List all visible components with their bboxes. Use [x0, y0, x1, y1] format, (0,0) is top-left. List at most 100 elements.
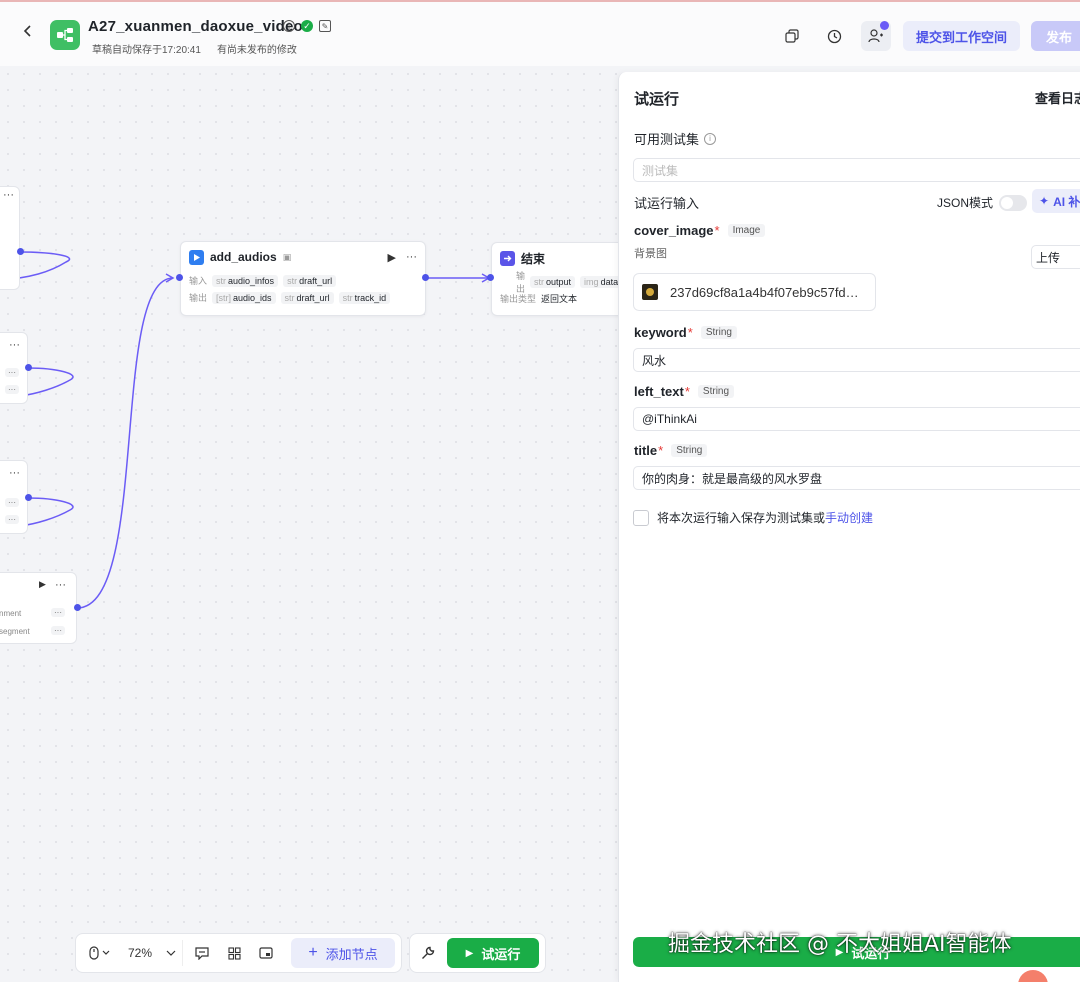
ai-fill-label: AI 补 — [1053, 194, 1080, 209]
copy-icon — [785, 29, 799, 43]
param-tag: str audio_infos — [212, 274, 279, 287]
param-tag: ··· — [5, 385, 19, 394]
param-tag: ··· — [5, 368, 19, 377]
chevron-down-icon — [102, 950, 109, 955]
node-inputs-row: 输入 str audio_infos str draft_url — [181, 272, 425, 289]
type-tag: String — [700, 326, 737, 339]
save-status: 草稿自动保存于17:20:41 有尚未发布的修改 — [92, 41, 297, 56]
end-node[interactable]: 结束 输出 str output img data 输出类型 返回文本 — [491, 242, 631, 316]
more-icon[interactable]: ··· — [406, 251, 417, 263]
partial-node-3[interactable]: ··· ··· ··· — [0, 460, 28, 534]
image-thumbnail — [642, 284, 658, 300]
mouse-icon — [88, 946, 99, 960]
uploaded-file[interactable]: 237d69cf8a1a4b4f07eb9c57fd… — [633, 273, 876, 311]
keyword-input[interactable]: 风水 — [633, 348, 1080, 372]
output-port[interactable] — [17, 248, 24, 255]
input-port[interactable] — [176, 274, 183, 281]
node-title: add_audios — [210, 250, 277, 264]
zoom-select[interactable]: 72% — [122, 940, 184, 966]
wrench-icon — [422, 946, 435, 959]
chevron-down-icon — [166, 950, 176, 956]
view-log-link[interactable]: 查看日志 — [1035, 88, 1080, 107]
run-icon[interactable]: ▶ — [39, 579, 46, 590]
info-icon[interactable]: i — [283, 20, 295, 32]
submit-workspace-button[interactable]: 提交到工作空间 — [903, 21, 1020, 51]
publish-button[interactable]: 发布 — [1031, 21, 1080, 51]
collaborators-button[interactable] — [861, 21, 891, 51]
node-outputs-row: 输出 str output img data — [492, 271, 630, 294]
partial-node-2[interactable]: ··· ··· ··· — [0, 332, 28, 404]
grid-icon — [227, 946, 241, 960]
save-testset-text: 将本次运行输入保存为测试集或手动创建 — [657, 511, 874, 525]
type-tag: Image — [727, 224, 766, 237]
more-icon[interactable]: ··· — [3, 189, 14, 201]
workflow-app-icon — [50, 20, 80, 50]
plugin-icon — [189, 249, 204, 265]
output-port[interactable] — [25, 364, 32, 371]
more-icon[interactable]: ··· — [9, 467, 20, 479]
users-icon — [868, 29, 883, 43]
outputs-label: 输出 — [516, 270, 526, 294]
type-tag: String — [671, 444, 708, 457]
minimap-button[interactable] — [253, 940, 279, 966]
save-testset-checkbox[interactable] — [633, 509, 649, 526]
output-type-label: 输出类型 — [500, 294, 537, 304]
param-tag: str draft_url — [280, 291, 334, 304]
inputs-label: 输入 — [189, 276, 208, 286]
add-node-button[interactable]: + 添加节点 — [291, 938, 395, 968]
history-button[interactable] — [819, 21, 849, 51]
copy-button[interactable] — [777, 21, 807, 51]
input-port[interactable] — [487, 274, 494, 281]
output-port[interactable] — [25, 494, 32, 501]
outputs-label: 输出 — [189, 293, 208, 303]
debug-tools-button[interactable] — [415, 940, 441, 966]
notification-badge — [880, 21, 889, 30]
check-circle-icon: ✓ — [301, 20, 313, 32]
file-name: 237d69cf8a1a4b4f07eb9c57fd… — [670, 284, 859, 300]
param-tag: ··· — [51, 608, 65, 617]
param-tag: str draft_url — [283, 274, 337, 287]
more-icon[interactable]: ··· — [55, 579, 66, 591]
upload-button[interactable]: 上传 — [1031, 245, 1080, 269]
back-button[interactable] — [22, 24, 34, 43]
node-output-type-row: 输出类型 返回文本 — [492, 290, 630, 307]
manual-create-link[interactable]: 手动创建 — [825, 511, 873, 525]
info-icon[interactable]: i — [704, 132, 717, 145]
interaction-mode-button[interactable] — [82, 940, 116, 966]
test-run-button[interactable]: ▶ 试运行 — [447, 938, 539, 968]
top-header: A27_xuanmen_daoxue_video i ✓ ✎ 草稿自动保存于17… — [0, 0, 1080, 66]
output-port[interactable] — [74, 604, 81, 611]
add-audios-node[interactable]: add_audios ▣ ▶ ··· 输入 str audio_infos str… — [180, 241, 426, 316]
left-text-input[interactable]: @iThinkAi — [633, 407, 1080, 431]
sparkle-icon: ✦ — [1039, 194, 1050, 208]
ai-fill-button[interactable]: ✦ AI 补 — [1032, 189, 1080, 213]
param-tag: ··· — [5, 515, 19, 524]
output-port[interactable] — [422, 274, 429, 281]
autosave-text: 草稿自动保存于17:20:41 — [92, 45, 201, 56]
add-node-label: 添加节点 — [325, 946, 378, 962]
end-icon — [500, 250, 515, 266]
title-input[interactable]: 你的肉身：就是最高级的风水罗盘 — [633, 466, 1080, 490]
partial-node-4[interactable]: ▶ ··· nment segment ··· ··· — [0, 572, 77, 644]
history-icon — [827, 29, 841, 43]
param-tag: ··· — [5, 498, 19, 507]
plugin-badge-icon: ▣ — [282, 251, 292, 262]
workflow-canvas[interactable]: ··· ··· ··· ··· ··· ··· ··· ▶ ··· nment … — [0, 66, 631, 982]
save-testset-row: 将本次运行输入保存为测试集或手动创建 — [633, 509, 873, 526]
node-title: 结束 — [521, 251, 546, 266]
run-node-icon[interactable]: ▶ — [388, 251, 396, 264]
auto-layout-button[interactable] — [221, 940, 247, 966]
type-tag: String — [697, 385, 735, 398]
test-run-label: 试运行 — [481, 946, 521, 962]
param-tag: str track_id — [338, 291, 391, 304]
testset-select[interactable]: 测试集 — [633, 158, 1080, 182]
panel-title: 试运行 — [634, 91, 680, 108]
json-mode-toggle[interactable]: JSON模式 — [937, 194, 1028, 211]
edit-icon[interactable]: ✎ — [319, 20, 331, 32]
comment-button[interactable] — [189, 940, 215, 966]
more-icon[interactable]: ··· — [9, 339, 20, 351]
json-mode-switch[interactable] — [999, 194, 1028, 211]
plus-icon: + — [308, 944, 318, 961]
output-type-value: 返回文本 — [541, 294, 578, 304]
partial-node-1[interactable]: ··· — [0, 186, 20, 290]
